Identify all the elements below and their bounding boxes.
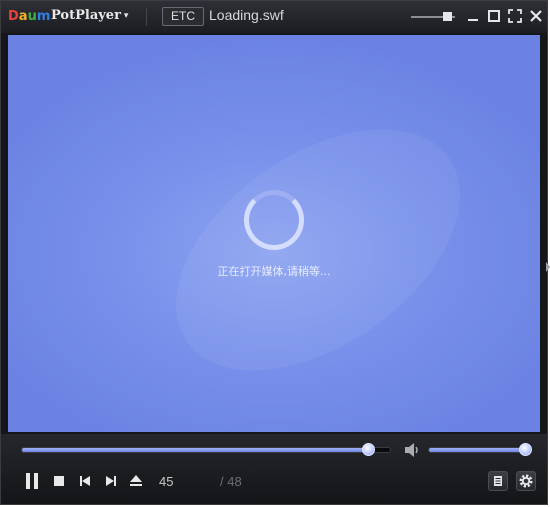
file-title: Loading.swf [209,7,284,23]
stop-icon[interactable] [52,470,66,492]
pause-icon[interactable] [23,470,41,492]
loading-spinner-icon [244,190,304,250]
logo-letter-d: D [8,9,19,24]
control-bar: 45 / 48 [1,434,547,504]
potplayer-window: Daum PotPlayer ▾ ETC Loading.swf 正在打开媒体,请… [0,0,548,505]
volume-icon[interactable] [403,442,421,458]
logo-letter-a: a [18,9,28,24]
total-time: / 48 [220,474,242,489]
opacity-slider[interactable] [411,12,455,21]
title-divider [146,8,147,26]
logo-letter-m: m [36,9,51,24]
playlist-icon [494,476,502,486]
current-time: 45 [159,474,174,489]
seek-bar[interactable] [21,443,391,456]
eject-icon[interactable] [129,470,143,492]
title-bar[interactable]: Daum PotPlayer ▾ ETC Loading.swf [1,1,547,33]
minimize-icon[interactable] [466,9,480,23]
side-panel-toggle-icon[interactable] [546,252,550,282]
settings-button[interactable] [516,471,536,491]
volume-slider-fill [429,448,529,452]
next-icon[interactable] [104,470,118,492]
app-name: PotPlayer [51,8,121,23]
seek-bar-knob[interactable] [361,443,375,456]
app-menu-button[interactable]: PotPlayer ▾ [51,8,128,23]
loading-message: 正在打开媒体,请稍等... [217,265,331,278]
maximize-icon[interactable] [487,9,501,23]
chevron-down-icon: ▾ [123,10,129,21]
video-area[interactable]: 正在打开媒体,请稍等... [8,35,540,432]
playlist-button[interactable] [488,471,508,491]
opacity-slider-knob[interactable] [443,12,452,21]
close-icon[interactable] [529,9,543,23]
volume-slider[interactable] [428,443,532,456]
volume-slider-knob[interactable] [519,443,532,456]
daum-logo: Daum [8,9,50,25]
settings-icon [519,474,533,488]
etc-button[interactable]: ETC [162,7,204,26]
previous-icon[interactable] [78,470,92,492]
seek-bar-fill [22,448,368,452]
fullscreen-icon[interactable] [508,9,522,23]
background-swirl [132,80,504,420]
logo-letter-u: u [27,9,37,24]
